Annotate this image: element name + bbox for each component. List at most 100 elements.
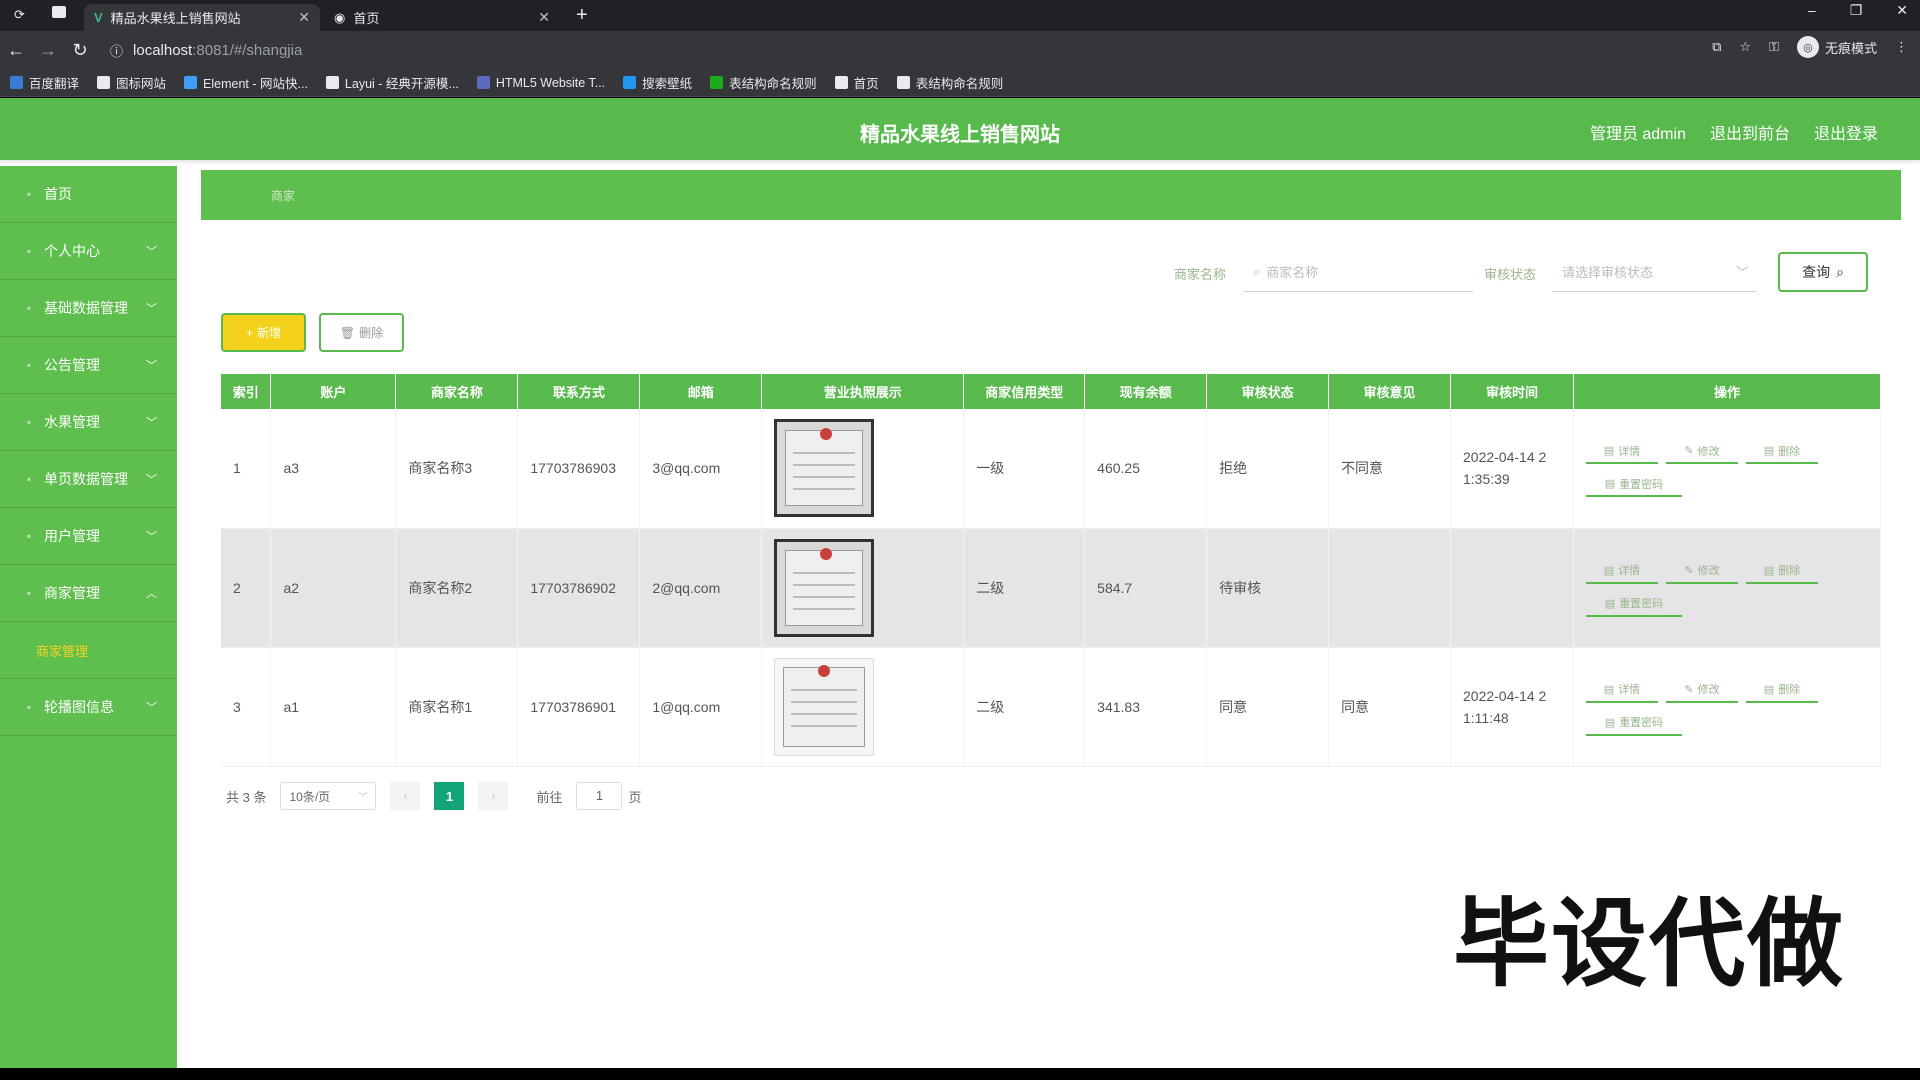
tab-close-icon[interactable]: ✕ xyxy=(538,9,550,26)
url-input[interactable]: ⓘ localhost:8081/#/shangjia xyxy=(104,36,1664,64)
reset-password-button[interactable]: ▤ 重置密码 xyxy=(1585,592,1682,617)
delete-button[interactable]: ▤ 删除 xyxy=(1745,678,1818,703)
table-cell: 3 xyxy=(221,647,272,767)
chevron-down-icon: ﹀ xyxy=(358,791,368,802)
bookmark-favicon-icon xyxy=(476,76,490,89)
pencil-icon: ✎ xyxy=(1684,445,1694,458)
profile-chip[interactable]: ◎ 无痕模式 xyxy=(1796,36,1877,58)
cell-balance: 584.7 xyxy=(1097,579,1133,596)
prev-page-icon[interactable]: ‹ xyxy=(390,782,421,810)
sidebar-item[interactable]: ▪ 首页 xyxy=(0,166,177,223)
tab-close-icon[interactable]: ✕ xyxy=(298,9,310,26)
minimize-icon[interactable]: – xyxy=(1808,2,1816,19)
cell-name: 商家名称2 xyxy=(408,579,473,596)
column-header: 现有余额 xyxy=(1084,374,1208,409)
sidebar-item[interactable]: ▪ 用户管理 ﹀ xyxy=(0,508,177,565)
bookmark-item[interactable]: 表结构命名规则 xyxy=(896,73,1003,92)
table-cell xyxy=(761,409,965,529)
merchant-name-input[interactable]: ⌕ 商家名称 xyxy=(1243,252,1473,292)
plus-icon: + xyxy=(245,325,253,340)
table-cell: 1@qq.com xyxy=(639,647,763,767)
breadcrumb[interactable]: 商家 xyxy=(271,187,295,204)
translate-icon[interactable]: ⧉ xyxy=(1712,39,1721,55)
sidebar-item[interactable]: ▪ 公告管理 ﹀ xyxy=(0,337,177,394)
bookmark-star-icon[interactable]: ☆ xyxy=(1739,39,1751,55)
batch-delete-button[interactable]: 🗑 删除 xyxy=(319,313,404,352)
trash-icon: ▤ xyxy=(1763,683,1775,696)
bookmark-label: HTML5 Website T... xyxy=(495,75,606,90)
table-cell: 待审核 xyxy=(1206,528,1330,648)
sidebar-item[interactable]: ▪ 商家管理 ︿ xyxy=(0,565,177,622)
bookmark-item[interactable]: Element - 网站快... xyxy=(184,73,308,92)
page-size-select[interactable]: 10条/页 ﹀ xyxy=(280,782,377,810)
sidebar-item[interactable]: ▪ 基础数据管理 ﹀ xyxy=(0,280,177,337)
browser-tab-active[interactable]: V 精品水果线上销售网站 ✕ xyxy=(84,4,320,31)
info-icon[interactable]: ⓘ xyxy=(110,41,123,60)
more-menu-icon[interactable]: ⋮ xyxy=(1895,39,1908,55)
tab-title: 精品水果线上销售网站 xyxy=(110,11,241,26)
browser-tab-home[interactable]: ◉ 首页 ✕ xyxy=(324,4,560,31)
bookmark-label: 百度翻译 xyxy=(29,77,80,91)
delete-button[interactable]: ▤ 删除 xyxy=(1745,559,1818,584)
bookmark-item[interactable]: Layui - 经典开源模... xyxy=(325,73,459,92)
bookmark-label: 图标网站 xyxy=(116,77,167,91)
bookmark-item[interactable]: 搜索壁纸 xyxy=(623,73,692,92)
business-license-thumbnail[interactable] xyxy=(774,419,875,518)
bookmark-item[interactable]: 表结构命名规则 xyxy=(710,73,817,92)
page-number-current[interactable]: 1 xyxy=(434,782,465,810)
sidebar-subitem-merchant[interactable]: 商家管理 xyxy=(0,622,177,679)
next-page-icon[interactable]: › xyxy=(478,782,509,810)
search-icon: ⌕ xyxy=(1253,263,1261,279)
edit-button[interactable]: ✎ 修改 xyxy=(1665,678,1738,703)
business-license-thumbnail[interactable] xyxy=(774,538,875,637)
back-to-frontend-link[interactable]: 退出到前台 xyxy=(1710,120,1790,144)
sidebar-item[interactable]: ▪ 单页数据管理 ﹀ xyxy=(0,451,177,508)
logout-link[interactable]: 退出登录 xyxy=(1814,120,1878,144)
detail-button[interactable]: ▤ 详情 xyxy=(1585,678,1658,703)
reset-password-button[interactable]: ▤ 重置密码 xyxy=(1585,711,1682,736)
sidebar-item-label: 商家管理 xyxy=(44,585,100,601)
goto-suffix: 页 xyxy=(628,789,642,805)
detail-button[interactable]: ▤ 详情 xyxy=(1585,439,1658,465)
chevron-up-icon: ︿ xyxy=(146,588,157,600)
sidebar-item[interactable]: ▪ 轮播图信息 ﹀ xyxy=(0,679,177,736)
cell-credit: 一级 xyxy=(976,460,1005,477)
bookmark-favicon-icon xyxy=(97,76,111,89)
sidebar-item[interactable]: ▪ 水果管理 ﹀ xyxy=(0,394,177,451)
bookmark-item[interactable]: 首页 xyxy=(834,73,879,92)
edit-button[interactable]: ✎ 修改 xyxy=(1665,559,1738,584)
forward-icon[interactable]: → xyxy=(32,40,64,61)
cell-time: 2022-04-14 2 1:11:48 xyxy=(1463,687,1547,726)
cell-balance: 341.83 xyxy=(1097,698,1140,715)
audit-status-select[interactable]: 请选择审核状态 ﹀ xyxy=(1552,252,1757,292)
chevron-down-icon: ﹀ xyxy=(146,531,157,543)
back-icon[interactable]: ← xyxy=(0,40,32,61)
edit-button[interactable]: ✎ 修改 xyxy=(1665,439,1738,465)
cell-name: 商家名称3 xyxy=(408,460,473,477)
business-license-thumbnail[interactable] xyxy=(774,657,875,756)
key-icon[interactable]: ⚿ xyxy=(1769,39,1779,55)
new-tab-icon[interactable]: + xyxy=(576,4,588,27)
tab-search-icon[interactable] xyxy=(52,6,66,18)
delete-button[interactable]: ▤ 删除 xyxy=(1745,439,1818,465)
restore-icon[interactable]: ❐ xyxy=(1850,2,1863,19)
bookmark-item[interactable]: HTML5 Website T... xyxy=(476,75,606,90)
bookmark-item[interactable]: 百度翻译 xyxy=(10,73,79,92)
add-button[interactable]: + 新增 xyxy=(221,313,306,352)
sidebar-item[interactable]: ▪ 个人中心 ﹀ xyxy=(0,223,177,280)
globe-icon: ◉ xyxy=(334,9,346,25)
row-actions: ▤ 详情 ✎ 修改 ▤ 删除 ▤ 重置密码 xyxy=(1585,678,1826,736)
sidebar-item-label: 水果管理 xyxy=(44,414,100,430)
reset-password-button[interactable]: ▤ 重置密码 xyxy=(1585,472,1682,498)
detail-button[interactable]: ▤ 详情 xyxy=(1585,559,1658,584)
bookmark-item[interactable]: 图标网站 xyxy=(97,73,166,92)
browser-menu-icon[interactable]: ⟳ xyxy=(14,7,25,23)
query-button[interactable]: 查询 ⌕ xyxy=(1778,252,1868,292)
goto-page-input[interactable]: 1 xyxy=(576,782,623,810)
audit-status-label: 审核状态 xyxy=(1484,267,1537,282)
window-close-icon[interactable]: ✕ xyxy=(1896,2,1908,19)
bookmark-favicon-icon xyxy=(184,76,198,89)
search-icon: ⌕ xyxy=(1836,263,1844,280)
column-header: 营业执照展示 xyxy=(761,374,965,409)
reload-icon[interactable]: ↻ xyxy=(64,40,96,61)
